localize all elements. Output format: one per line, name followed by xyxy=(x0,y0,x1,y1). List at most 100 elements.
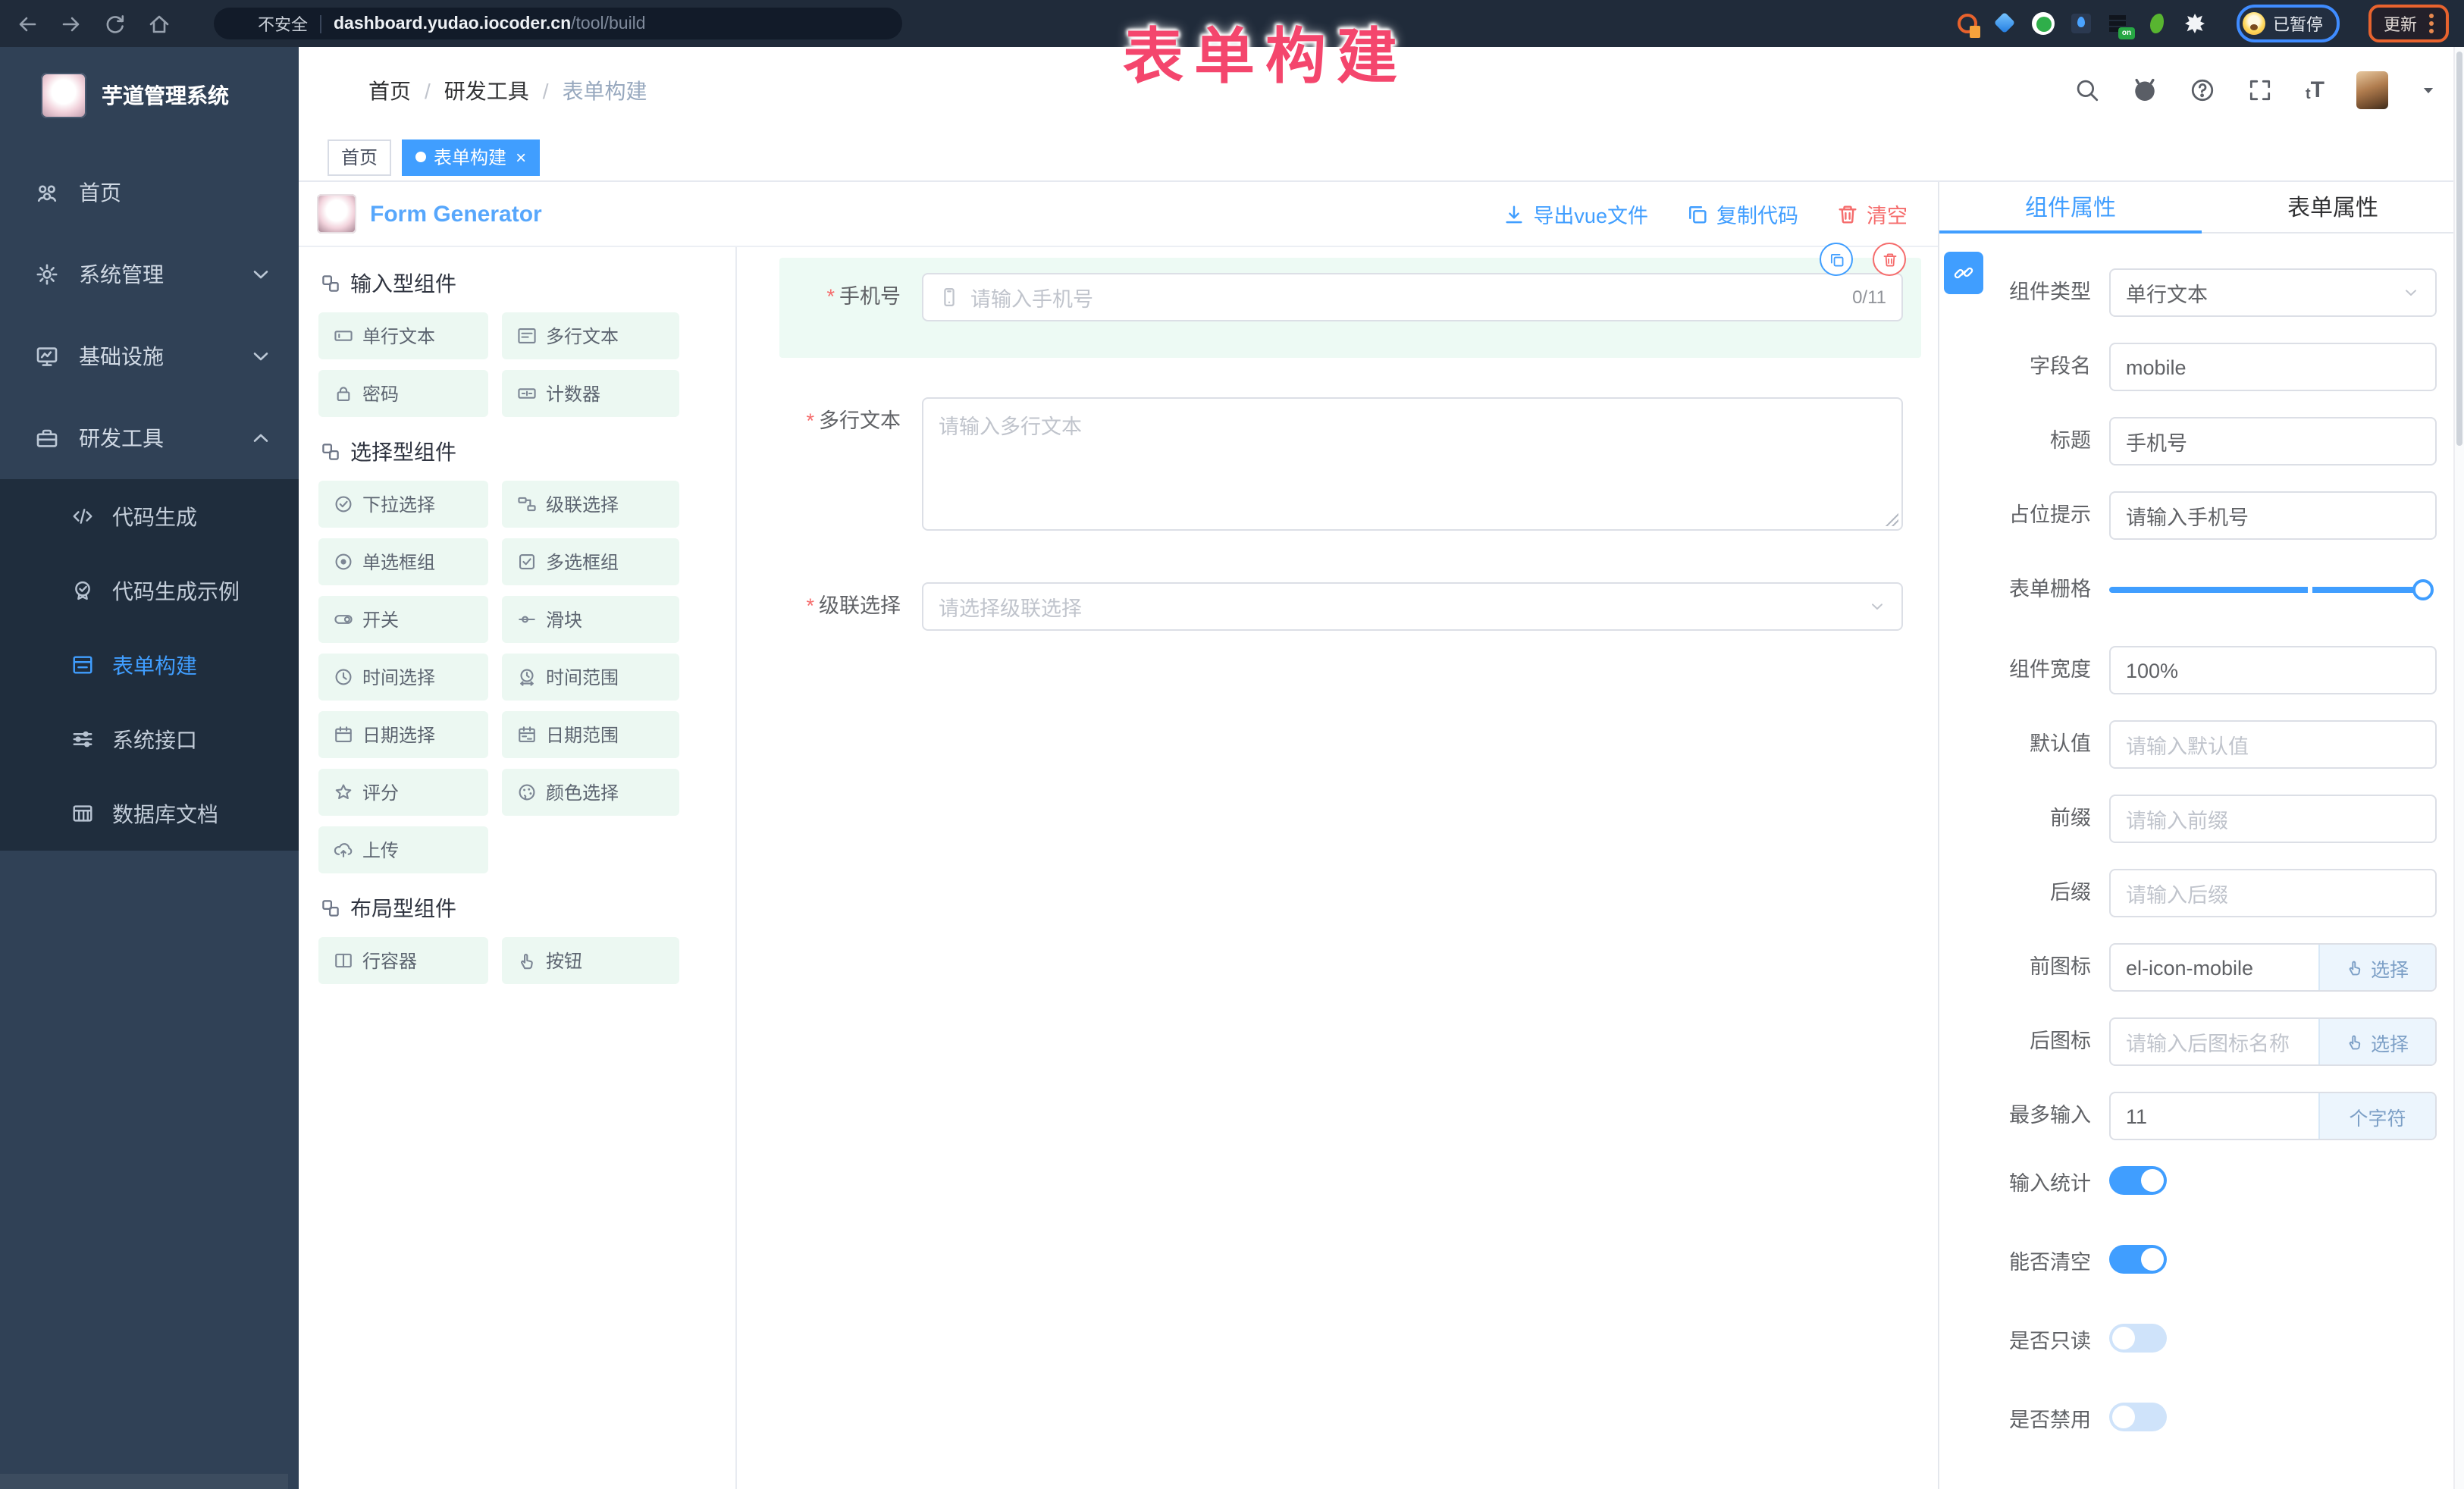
property-select[interactable]: 单行文本 xyxy=(2109,268,2437,317)
palette-item-单行文本[interactable]: 单行文本 xyxy=(318,312,488,359)
breadcrumb-item[interactable]: 研发工具 xyxy=(444,75,529,105)
app-logo-row[interactable]: 芋道管理系统 xyxy=(0,47,299,133)
palette-item-多行文本[interactable]: 多行文本 xyxy=(502,312,679,359)
palette-item-下拉选择[interactable]: 下拉选择 xyxy=(318,481,488,528)
palette-item-颜色选择[interactable]: 颜色选择 xyxy=(502,769,679,816)
fullscreen-button[interactable] xyxy=(2248,77,2274,103)
palette-item-时间选择[interactable]: 时间选择 xyxy=(318,654,488,701)
property-input[interactable]: 请输入后缀 xyxy=(2109,869,2437,917)
slider-handle[interactable] xyxy=(2412,579,2434,600)
property-input[interactable]: 手机号 xyxy=(2109,417,2437,466)
bookmark-star-icon[interactable] xyxy=(1900,12,1923,35)
palette-item-日期选择[interactable]: 日期选择 xyxy=(318,711,488,758)
canvas-field-多行文本[interactable]: *多行文本请输入多行文本 xyxy=(779,397,1921,531)
palette-item-单选框组[interactable]: 单选框组 xyxy=(318,538,488,585)
extension-sprout-icon[interactable] xyxy=(2146,12,2168,35)
browser-home-button[interactable] xyxy=(147,11,171,36)
link-button[interactable] xyxy=(1944,252,1983,294)
extension-puzzle-icon[interactable] xyxy=(2183,12,2206,35)
property-input[interactable]: 请输入手机号 xyxy=(2109,491,2437,540)
palette-item-上传[interactable]: 上传 xyxy=(318,826,488,873)
append-选择-button[interactable]: 选择 xyxy=(2318,945,2435,990)
清空-button[interactable]: 清空 xyxy=(1836,199,1908,229)
palette-item-密码[interactable]: 密码 xyxy=(318,370,488,417)
property-input[interactable]: 请输入后图标名称 xyxy=(2111,1019,2318,1064)
window-scrollbar[interactable] xyxy=(2453,47,2464,1489)
sidebar-subitem-代码生成[interactable]: 代码生成 xyxy=(0,479,299,553)
address-bar[interactable]: 不安全 dashboard.yudao.iocoder.cn/tool/buil… xyxy=(214,8,902,39)
property-input[interactable]: 请输入默认值 xyxy=(2109,720,2437,769)
sidebar-item-2[interactable]: 系统管理 xyxy=(0,234,299,315)
github-button[interactable] xyxy=(2133,77,2158,103)
append-选择-button[interactable]: 选择 xyxy=(2318,1019,2435,1064)
field-actions xyxy=(1820,243,1906,276)
chevron-up-icon xyxy=(249,426,273,450)
toggle-能否清空[interactable] xyxy=(2109,1245,2167,1274)
sidebar-collapse-bar[interactable] xyxy=(0,1474,288,1489)
sidebar-item-label: 系统管理 xyxy=(79,259,164,290)
hamburger-icon[interactable] xyxy=(317,77,343,103)
property-input[interactable]: 11 xyxy=(2111,1093,2318,1139)
profile-paused-badge[interactable]: 已暂停 xyxy=(2237,5,2340,42)
导出vue文件-button[interactable]: 导出vue文件 xyxy=(1503,199,1648,229)
palette-item-开关[interactable]: 开关 xyxy=(318,596,488,643)
help-button[interactable] xyxy=(2190,77,2216,103)
tab-tag-首页[interactable]: 首页 xyxy=(328,139,391,175)
palette-item-级联选择[interactable]: 级联选择 xyxy=(502,481,679,528)
canvas-field-手机号[interactable]: *手机号请输入手机号0/11 xyxy=(779,258,1921,358)
palette-item-计数器[interactable]: 计数器 xyxy=(502,370,679,417)
sidebar-subitem-代码生成示例[interactable]: 代码生成示例 xyxy=(0,553,299,628)
palette-item-时间范围[interactable]: 时间范围 xyxy=(502,654,679,701)
sidebar-item-1[interactable]: 首页 xyxy=(0,152,299,234)
toggle-是否禁用[interactable] xyxy=(2109,1403,2167,1431)
browser-reload-button[interactable] xyxy=(103,11,127,36)
sidebar-subitem-系统接口[interactable]: 系统接口 xyxy=(0,702,299,776)
tab-表单属性[interactable]: 表单属性 xyxy=(2202,182,2464,232)
sidebar-subitem-数据库文档[interactable]: 数据库文档 xyxy=(0,776,299,851)
property-label: 输入统计 xyxy=(1939,1169,2091,1199)
extension-blocks-on-icon[interactable]: on xyxy=(2108,12,2130,35)
property-input[interactable]: mobile xyxy=(2109,343,2437,391)
browser-update-button[interactable]: 更新 xyxy=(2368,5,2449,42)
sidebar-item-label: 首页 xyxy=(79,177,121,208)
caret-down-button[interactable] xyxy=(2420,82,2437,99)
palette-item-评分[interactable]: 评分 xyxy=(318,769,488,816)
font-size-icon[interactable]: tT xyxy=(2306,77,2324,103)
toggle-是否只读[interactable] xyxy=(2109,1324,2167,1353)
textarea-input[interactable]: 请输入多行文本 xyxy=(922,397,1903,531)
duplicate-field-button[interactable] xyxy=(1820,243,1853,276)
append-个字符-button[interactable]: 个字符 xyxy=(2318,1093,2435,1139)
sidebar-item-4[interactable]: 研发工具 xyxy=(0,397,299,479)
text-input[interactable]: 请输入手机号0/11 xyxy=(922,273,1903,321)
extension-blue-gem-icon[interactable] xyxy=(1994,12,2017,35)
breadcrumb-item[interactable]: 首页 xyxy=(368,75,411,105)
tab-组件属性[interactable]: 组件属性 xyxy=(1939,182,2202,232)
browser-arrow-right-button[interactable] xyxy=(59,11,83,36)
resize-grip-icon[interactable] xyxy=(1885,513,1898,526)
palette-item-按钮[interactable]: 按钮 xyxy=(502,937,679,984)
property-input[interactable]: 100% xyxy=(2109,646,2437,694)
palette-item-滑块[interactable]: 滑块 xyxy=(502,596,679,643)
palette-item-日期范围[interactable]: 日期范围 xyxy=(502,711,679,758)
search-button[interactable] xyxy=(2075,77,2101,103)
sidebar-item-3[interactable]: 基础设施 xyxy=(0,315,299,397)
grid-slider[interactable] xyxy=(2109,566,2437,614)
close-icon[interactable]: × xyxy=(516,148,526,166)
sidebar-subitem-表单构建[interactable]: 表单构建 xyxy=(0,628,299,702)
extension-dark-pin-icon[interactable] xyxy=(2070,12,2093,35)
toggle-输入统计[interactable] xyxy=(2109,1166,2167,1195)
extension-green-circle-icon[interactable] xyxy=(2032,12,2055,35)
extension-orange-ring-icon[interactable] xyxy=(1956,12,1979,35)
select-input[interactable]: 请选择级联选择 xyxy=(922,582,1903,631)
palette-item-行容器[interactable]: 行容器 xyxy=(318,937,488,984)
palette-item-多选框组[interactable]: 多选框组 xyxy=(502,538,679,585)
复制代码-button[interactable]: 复制代码 xyxy=(1686,199,1798,229)
delete-field-button[interactable] xyxy=(1873,243,1906,276)
browser-arrow-left-button[interactable] xyxy=(15,11,39,36)
property-input-group: 11个字符 xyxy=(2109,1092,2437,1140)
tab-tag-表单构建[interactable]: 表单构建× xyxy=(402,139,540,175)
canvas-field-级联选择[interactable]: *级联选择请选择级联选择 xyxy=(779,582,1921,631)
user-avatar[interactable] xyxy=(2356,71,2388,109)
property-input[interactable]: el-icon-mobile xyxy=(2111,945,2318,990)
property-input[interactable]: 请输入前缀 xyxy=(2109,795,2437,843)
